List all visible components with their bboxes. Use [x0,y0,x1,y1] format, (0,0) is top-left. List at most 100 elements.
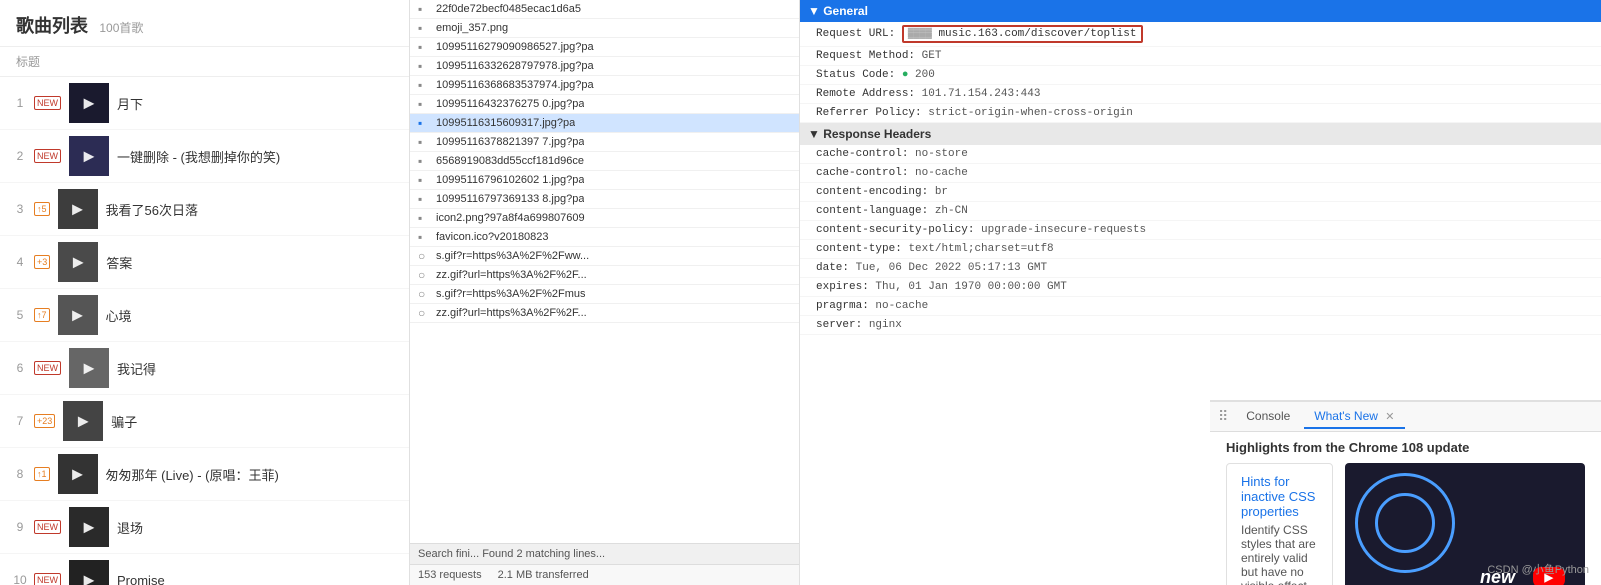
response-headers-section-header[interactable]: ▼ Response Headers [800,123,1601,145]
play-icon: ▶ [72,466,83,483]
network-item[interactable]: ▪ 10995116368683537974.jpg?pa [410,76,799,95]
header-key: pragrma: [816,300,869,312]
network-item[interactable]: ▪ 10995116315609317.jpg?pa [410,114,799,133]
song-row[interactable]: 6 NEW ▶ 我记得 [0,342,409,395]
header-value: zh-CN [935,205,968,217]
remote-address-value: 101.71.154.243:443 [922,88,1041,100]
network-item[interactable]: ▪ 10995116432376275 0.jpg?pa [410,95,799,114]
play-icon: ▶ [78,413,89,430]
network-item[interactable]: ○ zz.gif?url=https%3A%2F%2F... [410,304,799,323]
network-item-name: 10995116796102602 1.jpg?pa [436,174,584,186]
network-item[interactable]: ▪ 22f0de72becf0485ecac1d6a5 [410,0,799,19]
song-number: 3 [8,202,32,216]
status-indicator: ● [902,69,909,81]
song-number: 10 [8,573,32,585]
song-badge: NEW [34,96,61,111]
network-item[interactable]: ○ zz.gif?url=https%3A%2F%2F... [410,266,799,285]
request-url-row: Request URL: ▓▓▓▓ music.163.com/discover… [800,22,1601,47]
header-key: content-security-policy: [816,224,974,236]
song-rows[interactable]: 1 NEW ▶ 月下 2 NEW ▶ 一键删除 - (我想删掉你的笑) 3 ↑5… [0,77,409,585]
song-row[interactable]: 7 +23 ▶ 骗子 [0,395,409,448]
song-info: 匆匆那年 (Live) - (原唱：王菲) [106,465,401,484]
song-badge: +3 [34,255,50,270]
network-item[interactable]: ▪ 10995116332628797978.jpg?pa [410,57,799,76]
network-item[interactable]: ▪ 10995116279090986527.jpg?pa [410,38,799,57]
tab-console[interactable]: Console [1236,405,1300,429]
network-item-name: 10995116797369133 8.jpg?pa [436,193,584,205]
network-item-icon: ▪ [418,154,432,168]
song-row[interactable]: 8 ↑1 ▶ 匆匆那年 (Live) - (原唱：王菲) [0,448,409,501]
header-value: no-cache [875,300,928,312]
network-item[interactable]: ▪ emoji_357.png [410,19,799,38]
network-item[interactable]: ▪ 6568919083dd55ccf181d96ce [410,152,799,171]
song-name: 退场 [117,518,401,537]
network-list[interactable]: ▪ 22f0de72becf0485ecac1d6a5 ▪ emoji_357.… [410,0,799,543]
network-item-icon: ▪ [418,2,432,16]
tab-whats-new[interactable]: What's New ✕ [1304,405,1404,429]
song-row[interactable]: 5 ↑7 ▶ 心境 [0,289,409,342]
song-row[interactable]: 3 ↑5 ▶ 我看了56次日落 [0,183,409,236]
network-item[interactable]: ▪ 10995116797369133 8.jpg?pa [410,190,799,209]
header-key: content-language: [816,205,928,217]
network-item-name: emoji_357.png [436,22,508,34]
header-key: content-type: [816,243,902,255]
bottom-panel: ⠿ Console What's New ✕ Highlights from t… [1210,400,1601,585]
play-icon: ▶ [73,254,84,271]
tab-close-icon[interactable]: ✕ [1385,411,1394,423]
remote-address-label: Remote Address: [816,88,915,100]
network-item-name: 10995116315609317.jpg?pa [436,117,575,129]
network-item[interactable]: ○ s.gif?r=https%3A%2F%2Fww... [410,247,799,266]
song-badge: ↑1 [34,467,50,482]
song-thumbnail: ▶ [58,242,98,282]
song-name: 心境 [106,306,401,325]
song-name: 骗子 [111,412,401,431]
song-thumbnail: ▶ [69,507,109,547]
referrer-policy-label: Referrer Policy: [816,107,922,119]
general-section-header[interactable]: ▼ General [800,0,1601,22]
network-item-icon: ○ [418,306,432,320]
response-headers-title: ▼ Response Headers [808,127,931,141]
network-item[interactable]: ○ s.gif?r=https%3A%2F%2Fmus [410,285,799,304]
song-info: 月下 [117,94,401,113]
song-row[interactable]: 4 +3 ▶ 答案 [0,236,409,289]
song-row[interactable]: 10 NEW ▶ Promise [0,554,409,585]
request-url-domain: music.163.com/discover/toplist [938,28,1136,40]
song-thumbnail: ▶ [58,189,98,229]
response-header-row: cache-control: no-cache [800,164,1601,183]
response-headers-container: cache-control: no-storecache-control: no… [800,145,1601,335]
song-thumbnail: ▶ [69,560,109,585]
response-header-row: content-language: zh-CN [800,202,1601,221]
song-row[interactable]: 9 NEW ▶ 退场 [0,501,409,554]
song-badge: ↑5 [34,202,50,217]
song-number: 2 [8,149,32,163]
play-icon: ▶ [84,519,95,536]
network-item[interactable]: ▪ 10995116796102602 1.jpg?pa [410,171,799,190]
card-link-1[interactable]: Hints for inactive CSS properties [1241,474,1318,519]
network-item-name: 10995116332628797978.jpg?pa [436,60,594,72]
network-panel: ▪ 22f0de72becf0485ecac1d6a5 ▪ emoji_357.… [410,0,800,585]
song-name: Promise [117,573,401,585]
general-section-title: ▼ General [808,4,868,18]
song-thumbnail: ▶ [69,348,109,388]
song-list-header: 歌曲列表 100首歌 [0,0,409,47]
play-icon: ▶ [84,572,95,585]
song-list-panel: 歌曲列表 100首歌 标题 1 NEW ▶ 月下 2 NEW ▶ 一键删除 - … [0,0,410,585]
network-item[interactable]: ▪ 10995116378821397 7.jpg?pa [410,133,799,152]
song-row[interactable]: 1 NEW ▶ 月下 [0,77,409,130]
network-item[interactable]: ▪ favicon.ico?v20180823 [410,228,799,247]
request-count: 153 requests [418,569,482,581]
header-key: expires: [816,281,869,293]
bottom-tabs: ⠿ Console What's New ✕ [1210,402,1601,432]
song-info: 一键删除 - (我想删掉你的笑) [117,147,401,166]
network-item[interactable]: ▪ icon2.png?97a8f4a699807609 [410,209,799,228]
play-icon: ▶ [84,148,95,165]
status-code-label: Status Code: [816,69,895,81]
song-badge: +23 [34,414,55,429]
network-item-name: 10995116378821397 7.jpg?pa [436,136,584,148]
header-value: br [935,186,948,198]
song-badge: NEW [34,149,61,164]
transfer-size: 2.1 MB transferred [498,569,589,581]
song-number: 9 [8,520,32,534]
song-info: 我记得 [117,359,401,378]
song-row[interactable]: 2 NEW ▶ 一键删除 - (我想删掉你的笑) [0,130,409,183]
